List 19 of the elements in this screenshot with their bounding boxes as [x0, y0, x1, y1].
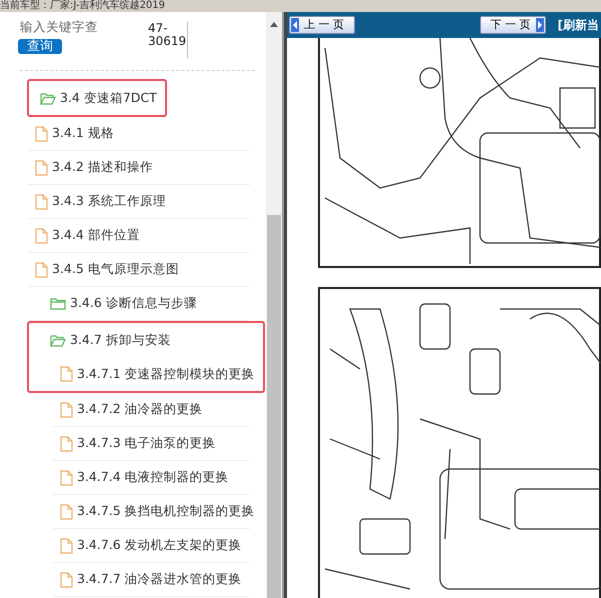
tree-item[interactable]: 3.4.4 部件位置 [28, 219, 250, 253]
tree-item[interactable]: 3.4.3 系统工作原理 [28, 185, 250, 219]
tree-item[interactable]: 3.4.7.1 变速器控制模块的更换 [29, 357, 255, 391]
tree-item[interactable]: 3.4.7.3 电子油泵的更换 [53, 427, 250, 461]
search-button[interactable]: 查询 [18, 38, 62, 54]
tree-item[interactable]: 3.4 变速箱7DCT [29, 81, 157, 115]
code-label: 47-30619 [148, 22, 188, 58]
previous-page-button[interactable]: 上 一 页 [289, 16, 355, 34]
next-page-button[interactable]: 下 一 页 [480, 16, 546, 34]
tree-item[interactable]: 3.4.2 描述和操作 [28, 151, 250, 185]
tree-item[interactable]: 3.4.6 诊断信息与步骤 [28, 287, 250, 321]
tree-item[interactable]: 3.4.1 规格 [28, 117, 250, 151]
refresh-link[interactable]: [刷新当 [558, 16, 599, 34]
tree-item[interactable]: 3.4.7.2 油冷器的更换 [53, 393, 250, 427]
tree-item[interactable]: 3.4.7.7 油冷器进水管的更换 [53, 563, 250, 597]
tree-item[interactable]: 3.4.7.4 电液控制器的更换 [53, 461, 250, 495]
tree-item[interactable]: 3.4.7 拆卸与安装 [29, 323, 255, 357]
tree-item[interactable]: 3.4.7.6 发动机左支架的更换 [53, 529, 250, 563]
tree-item[interactable]: 3.4.5 电气原理示意图 [28, 253, 250, 287]
